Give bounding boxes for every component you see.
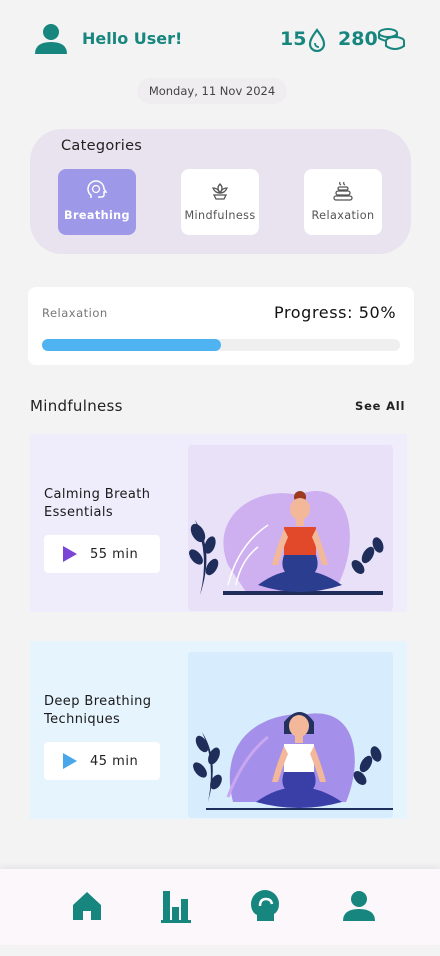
category-relaxation[interactable]: Relaxation bbox=[304, 169, 382, 235]
session-card[interactable]: Calming Breath Essentials 55 min bbox=[30, 434, 407, 612]
user-avatar-icon[interactable] bbox=[34, 22, 68, 56]
progress-bar-fill bbox=[42, 339, 221, 351]
category-mindfulness[interactable]: Mindfulness bbox=[181, 169, 259, 235]
nav-profile-button[interactable] bbox=[339, 886, 379, 926]
play-button[interactable]: 55 min bbox=[44, 535, 160, 573]
mind-icon bbox=[251, 890, 279, 921]
see-all-link[interactable]: See All bbox=[355, 399, 405, 413]
play-button[interactable]: 45 min bbox=[44, 742, 160, 780]
progress-text: Progress: 50% bbox=[274, 303, 397, 322]
session-duration: 55 min bbox=[90, 546, 139, 562]
meditation-illustration bbox=[188, 445, 393, 611]
lotus-icon bbox=[212, 183, 228, 200]
greeting-text: Hello User! bbox=[82, 29, 183, 48]
nav-stats-button[interactable] bbox=[156, 886, 196, 926]
stats-icon bbox=[161, 891, 191, 923]
date-badge: Monday, 11 Nov 2024 bbox=[137, 78, 287, 104]
session-card[interactable]: Deep Breathing Techniques 45 min bbox=[30, 641, 407, 819]
section-title: Mindfulness bbox=[30, 397, 123, 415]
play-icon bbox=[63, 546, 77, 562]
session-duration: 45 min bbox=[90, 753, 139, 769]
coins-icon bbox=[378, 28, 405, 50]
home-icon bbox=[73, 892, 101, 920]
session-title: Calming Breath Essentials bbox=[44, 487, 151, 520]
stones-icon bbox=[333, 181, 353, 201]
category-label: Relaxation bbox=[311, 209, 375, 222]
progress-category-label: Relaxation bbox=[42, 306, 108, 320]
coin-count: 280 bbox=[338, 28, 378, 50]
drop-icon bbox=[308, 28, 326, 52]
nav-home-button[interactable] bbox=[67, 886, 107, 926]
nav-mind-button[interactable] bbox=[246, 886, 286, 926]
profile-icon bbox=[343, 891, 375, 921]
progress-bar bbox=[42, 339, 400, 351]
play-icon bbox=[63, 753, 77, 769]
progress-card bbox=[28, 287, 414, 365]
brain-head-icon bbox=[87, 180, 108, 198]
session-title: Deep Breathing Techniques bbox=[44, 694, 152, 727]
category-label: Breathing bbox=[64, 209, 130, 222]
categories-title: Categories bbox=[61, 138, 143, 154]
meditation-illustration bbox=[188, 652, 393, 818]
category-breathing[interactable]: Breathing bbox=[58, 169, 136, 235]
streak-count: 15 bbox=[280, 28, 307, 50]
category-label: Mindfulness bbox=[184, 209, 256, 222]
